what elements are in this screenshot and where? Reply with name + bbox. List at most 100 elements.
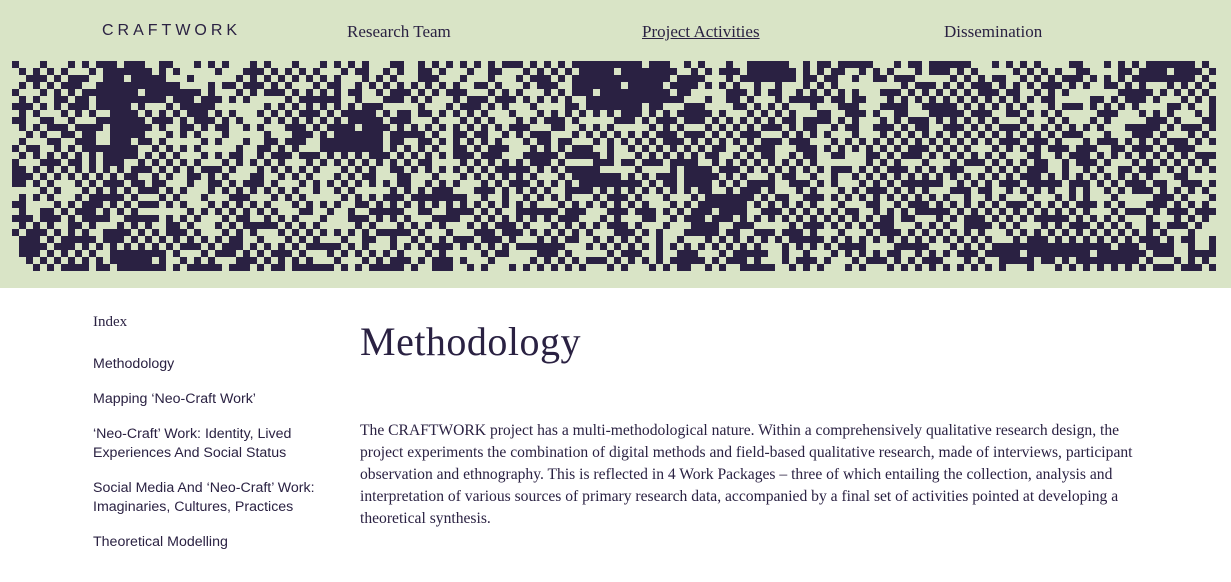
pattern-pixel — [1139, 68, 1146, 75]
pattern-pixel — [558, 229, 565, 236]
pattern-pixel — [180, 117, 187, 124]
pattern-pixel — [845, 264, 852, 271]
pattern-pixel — [264, 201, 271, 208]
pattern-pixel — [558, 159, 565, 166]
pattern-pixel — [1132, 89, 1139, 96]
pattern-pixel — [544, 89, 551, 96]
pattern-pixel — [47, 250, 54, 257]
pattern-pixel — [915, 250, 922, 257]
pattern-pixel — [12, 61, 19, 68]
pattern-pixel — [915, 208, 922, 215]
pattern-pixel — [306, 96, 313, 103]
pattern-pixel — [964, 243, 971, 250]
pattern-pixel — [103, 117, 110, 124]
pattern-pixel — [691, 75, 698, 82]
pattern-pixel — [565, 250, 572, 257]
pattern-pixel — [159, 68, 166, 75]
pattern-pixel — [1146, 75, 1153, 82]
pattern-pixel — [208, 264, 215, 271]
pattern-pixel — [740, 103, 747, 110]
pattern-pixel — [285, 138, 292, 145]
pattern-pixel — [544, 61, 551, 68]
pattern-pixel — [810, 89, 817, 96]
pattern-pixel — [943, 264, 950, 271]
pattern-pixel — [1048, 75, 1055, 82]
pattern-pixel — [1055, 145, 1062, 152]
pattern-pixel — [1160, 229, 1167, 236]
pattern-pixel — [586, 68, 593, 75]
pattern-pixel — [1034, 243, 1041, 250]
pattern-pixel — [229, 110, 236, 117]
pattern-pixel — [1202, 208, 1209, 215]
sidebar-item-neo-craft-identity[interactable]: ‘Neo-Craft’ Work: Identity, Lived Experi… — [93, 425, 333, 463]
pattern-pixel — [159, 180, 166, 187]
site-logo[interactable]: CRAFTWORK — [102, 22, 241, 40]
pattern-pixel — [236, 117, 243, 124]
pattern-pixel — [796, 138, 803, 145]
pattern-pixel — [75, 180, 82, 187]
pattern-pixel — [656, 243, 663, 250]
sidebar-item-mapping-neo-craft-work[interactable]: Mapping ‘Neo-Craft Work’ — [93, 390, 333, 409]
pattern-pixel — [705, 173, 712, 180]
pattern-pixel — [495, 138, 502, 145]
pattern-pixel — [124, 103, 131, 110]
pattern-pixel — [68, 215, 75, 222]
pattern-pixel — [810, 124, 817, 131]
pattern-pixel — [33, 152, 40, 159]
pattern-pixel — [558, 257, 565, 264]
pattern-pixel — [796, 96, 803, 103]
pattern-pixel — [824, 75, 831, 82]
pattern-pixel — [1132, 131, 1139, 138]
pattern-pixel — [432, 215, 439, 222]
pattern-pixel — [999, 257, 1006, 264]
pattern-pixel — [670, 68, 677, 75]
pattern-pixel — [383, 110, 390, 117]
pattern-pixel — [712, 194, 719, 201]
pattern-pixel — [145, 75, 152, 82]
pattern-pixel — [824, 215, 831, 222]
pattern-pixel — [523, 264, 530, 271]
pattern-pixel — [1160, 68, 1167, 75]
pattern-pixel — [166, 61, 173, 68]
pattern-pixel — [1132, 124, 1139, 131]
pattern-pixel — [1139, 145, 1146, 152]
pattern-pixel — [1139, 152, 1146, 159]
pattern-pixel — [68, 159, 75, 166]
pattern-pixel — [873, 187, 880, 194]
pattern-pixel — [936, 61, 943, 68]
pattern-pixel — [313, 152, 320, 159]
pattern-pixel — [537, 159, 544, 166]
nav-link-dissemination[interactable]: Dissemination — [944, 22, 1042, 42]
sidebar-item-methodology[interactable]: Methodology — [93, 355, 333, 374]
pattern-pixel — [110, 229, 117, 236]
pattern-pixel — [1181, 222, 1188, 229]
pattern-pixel — [201, 250, 208, 257]
pattern-pixel — [334, 82, 341, 89]
sidebar-item-social-media[interactable]: Social Media And ‘Neo-Craft’ Work: Imagi… — [93, 479, 333, 517]
pattern-pixel — [1006, 138, 1013, 145]
pattern-pixel — [817, 61, 824, 68]
pattern-pixel — [810, 257, 817, 264]
pattern-pixel — [117, 103, 124, 110]
pattern-pixel — [663, 89, 670, 96]
pattern-pixel — [887, 264, 894, 271]
pattern-pixel — [523, 194, 530, 201]
pattern-pixel — [936, 229, 943, 236]
pattern-pixel — [47, 124, 54, 131]
pattern-pixel — [887, 180, 894, 187]
sidebar-item-theoretical-modelling[interactable]: Theoretical Modelling — [93, 533, 333, 552]
pattern-pixel — [838, 89, 845, 96]
pattern-pixel — [453, 110, 460, 117]
pattern-pixel — [551, 264, 558, 271]
nav-link-project-activities[interactable]: Project Activities — [642, 22, 760, 42]
pattern-pixel — [544, 131, 551, 138]
pattern-pixel — [117, 180, 124, 187]
pattern-pixel — [915, 68, 922, 75]
nav-link-research-team[interactable]: Research Team — [347, 22, 451, 42]
pattern-pixel — [754, 117, 761, 124]
pattern-pixel — [390, 229, 397, 236]
pattern-pixel — [236, 89, 243, 96]
pattern-pixel — [1041, 243, 1048, 250]
pattern-pixel — [565, 180, 572, 187]
pattern-pixel — [1055, 110, 1062, 117]
